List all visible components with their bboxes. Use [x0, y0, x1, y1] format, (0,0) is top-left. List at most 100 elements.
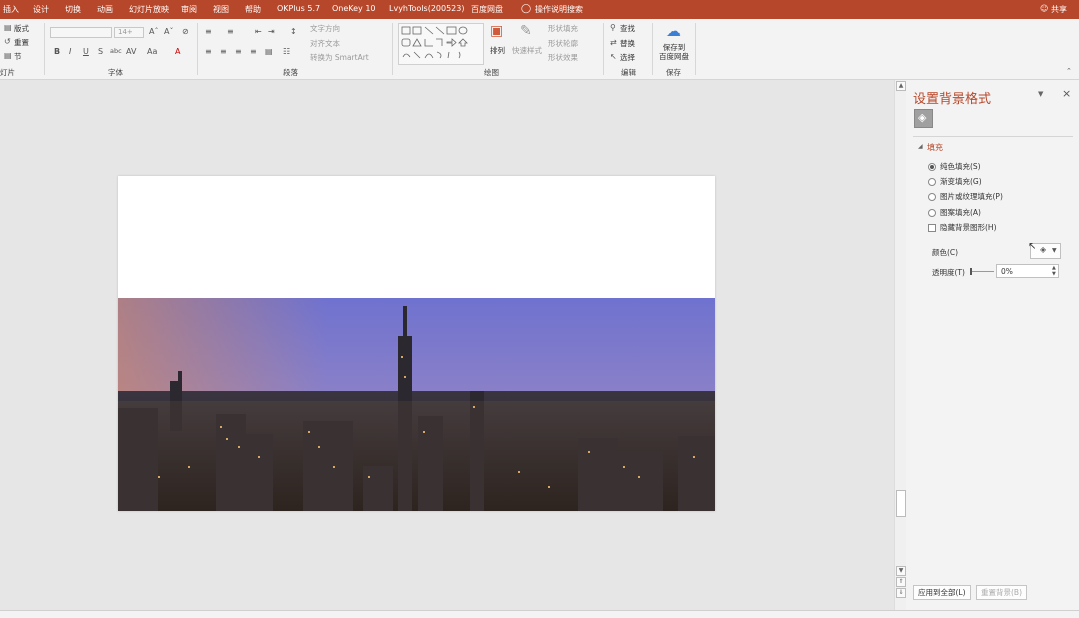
- shape-effects-button[interactable]: 形状效果: [548, 52, 578, 63]
- person-icon: ☺: [1040, 4, 1049, 13]
- prev-slide-icon[interactable]: ⇑: [896, 577, 906, 587]
- pane-options-icon[interactable]: ▼: [1038, 90, 1043, 98]
- menu-lvyhtools[interactable]: LvyhTools(200523): [389, 4, 464, 13]
- shape-gallery[interactable]: [398, 23, 484, 65]
- align-text-button[interactable]: 对齐文本: [310, 38, 340, 49]
- close-icon[interactable]: ×: [1062, 87, 1071, 100]
- underline-icon[interactable]: U: [83, 47, 89, 56]
- spacing-icon[interactable]: AV: [126, 47, 136, 56]
- shapes-icon: [401, 26, 468, 59]
- picture-fill-option[interactable]: 图片或纹理填充(P): [928, 191, 1003, 202]
- collapse-triangle-icon[interactable]: ◢: [918, 143, 923, 150]
- option-label: 渐变填充(G): [940, 177, 982, 186]
- reset-background-button[interactable]: 重置背景(B): [976, 585, 1027, 600]
- shape-fill-button[interactable]: 形状填充: [548, 23, 578, 34]
- hide-graphics-checkbox[interactable]: 隐藏背景图形(H): [928, 222, 997, 233]
- align-right-icon[interactable]: ≡: [235, 47, 242, 56]
- clear-format-icon[interactable]: ⊘: [182, 27, 189, 36]
- menu-help[interactable]: 帮助: [245, 4, 261, 15]
- quick-styles-button[interactable]: 快速样式: [512, 45, 542, 56]
- menu-animations[interactable]: 动画: [97, 4, 113, 15]
- apply-to-all-button[interactable]: 应用到全部(L): [913, 585, 971, 600]
- collapse-ribbon-icon[interactable]: ⌃: [1066, 67, 1072, 75]
- menu-bar: 插入 设计 切换 动画 幻灯片放映 审阅 视图 帮助 OKPlus 5.7 On…: [0, 0, 1079, 19]
- font-name-combo[interactable]: [50, 27, 112, 38]
- distribute-icon[interactable]: ▤: [265, 47, 273, 56]
- menu-baidu[interactable]: 百度网盘: [471, 4, 503, 15]
- layout-icon: ▤: [4, 23, 12, 32]
- font-color-icon[interactable]: A: [175, 47, 180, 56]
- pattern-fill-option[interactable]: 图案填充(A): [928, 207, 981, 218]
- strikethrough-icon[interactable]: abc: [110, 47, 122, 55]
- reset-button[interactable]: 重置: [14, 37, 29, 48]
- menu-insert[interactable]: 插入: [3, 4, 19, 15]
- align-center-icon[interactable]: ≡: [220, 47, 227, 56]
- share-button[interactable]: 共享: [1051, 4, 1067, 15]
- ribbon: ▤ 版式 ↺ 重置 ▤ 节 灯片 14+ Aˆ Aˇ ⊘ B I U S abc…: [0, 19, 1079, 80]
- grow-font-icon[interactable]: Aˆ: [149, 27, 158, 36]
- group-label-paragraph: 段落: [283, 68, 298, 77]
- menu-okplus[interactable]: OKPlus 5.7: [277, 4, 320, 13]
- radio-icon: [928, 178, 936, 186]
- transparency-input[interactable]: 0% ▲ ▼: [996, 264, 1059, 278]
- justify-icon[interactable]: ≡: [250, 47, 257, 56]
- find-button[interactable]: 查找: [620, 23, 635, 34]
- paint-bucket-icon: ◈: [918, 111, 927, 124]
- menu-design[interactable]: 设计: [33, 4, 49, 15]
- group-label-save: 保存: [666, 68, 681, 77]
- replace-icon: ⇄: [610, 38, 617, 47]
- solid-fill-option[interactable]: 纯色填充(S): [928, 161, 981, 172]
- city-night-photo[interactable]: [118, 176, 715, 511]
- fill-tab[interactable]: ◈: [914, 109, 933, 128]
- paint-bucket-icon: ◈: [1040, 245, 1047, 254]
- scroll-thumb[interactable]: [896, 490, 906, 517]
- transparency-label: 透明度(T): [932, 268, 965, 277]
- shadow-icon[interactable]: S: [98, 47, 103, 56]
- lightbulb-icon: ◯: [521, 4, 532, 14]
- scroll-up-icon[interactable]: ▲: [896, 81, 906, 91]
- select-button[interactable]: 选择: [620, 52, 635, 63]
- menu-onekey[interactable]: OneKey 10: [332, 4, 376, 13]
- option-label: 图片或纹理填充(P): [940, 192, 1003, 201]
- italic-icon[interactable]: I: [69, 47, 71, 56]
- indent-decrease-icon[interactable]: ⇤: [255, 27, 262, 36]
- gradient-fill-option[interactable]: 渐变填充(G): [928, 176, 982, 187]
- indent-increase-icon[interactable]: ⇥: [268, 27, 275, 36]
- change-case-icon[interactable]: Aa: [147, 47, 157, 56]
- bullets-icon[interactable]: ≡: [205, 27, 212, 36]
- slide-canvas[interactable]: [118, 176, 715, 511]
- arrange-button[interactable]: 排列: [490, 45, 505, 56]
- shrink-font-icon[interactable]: Aˇ: [164, 27, 173, 36]
- radio-icon: [928, 193, 936, 201]
- layout-button[interactable]: 版式: [14, 23, 29, 34]
- menu-slideshow[interactable]: 幻灯片放映: [129, 4, 169, 15]
- replace-button[interactable]: 替换: [620, 38, 635, 49]
- select-icon: ↖: [610, 52, 617, 61]
- numbering-icon[interactable]: ≡: [227, 27, 234, 36]
- mouse-cursor-icon: ↖: [1028, 241, 1037, 252]
- menu-tell-me[interactable]: 操作说明搜索: [535, 4, 583, 15]
- align-left-icon[interactable]: ≡: [205, 47, 212, 56]
- radio-icon: [928, 209, 936, 217]
- save-to-baidu-button[interactable]: 保存到 百度网盘: [659, 43, 689, 61]
- slider-thumb[interactable]: [970, 268, 972, 275]
- smartart-button[interactable]: 转换为 SmartArt: [310, 52, 369, 63]
- line-spacing-icon[interactable]: ↕: [290, 27, 297, 36]
- transparency-slider[interactable]: [970, 271, 994, 272]
- option-label: 隐藏背景图形(H): [940, 223, 997, 232]
- spinner-icon[interactable]: ▲ ▼: [1052, 265, 1056, 277]
- menu-review[interactable]: 审阅: [181, 4, 197, 15]
- section-button[interactable]: 节: [14, 51, 22, 62]
- shape-outline-button[interactable]: 形状轮廓: [548, 38, 578, 49]
- reset-icon: ↺: [4, 37, 11, 46]
- vertical-scrollbar[interactable]: ▲ ▼ ⇑ ⇓: [894, 80, 906, 610]
- menu-view[interactable]: 视图: [213, 4, 229, 15]
- next-slide-icon[interactable]: ⇓: [896, 588, 906, 598]
- columns-icon[interactable]: ☷: [283, 47, 290, 56]
- scroll-down-icon[interactable]: ▼: [896, 566, 906, 576]
- menu-transitions[interactable]: 切换: [65, 4, 81, 15]
- text-direction-button[interactable]: 文字方向: [310, 23, 340, 34]
- bold-icon[interactable]: B: [54, 47, 60, 56]
- font-size-combo[interactable]: 14+: [114, 27, 144, 38]
- fill-section-header[interactable]: 填充: [927, 142, 943, 153]
